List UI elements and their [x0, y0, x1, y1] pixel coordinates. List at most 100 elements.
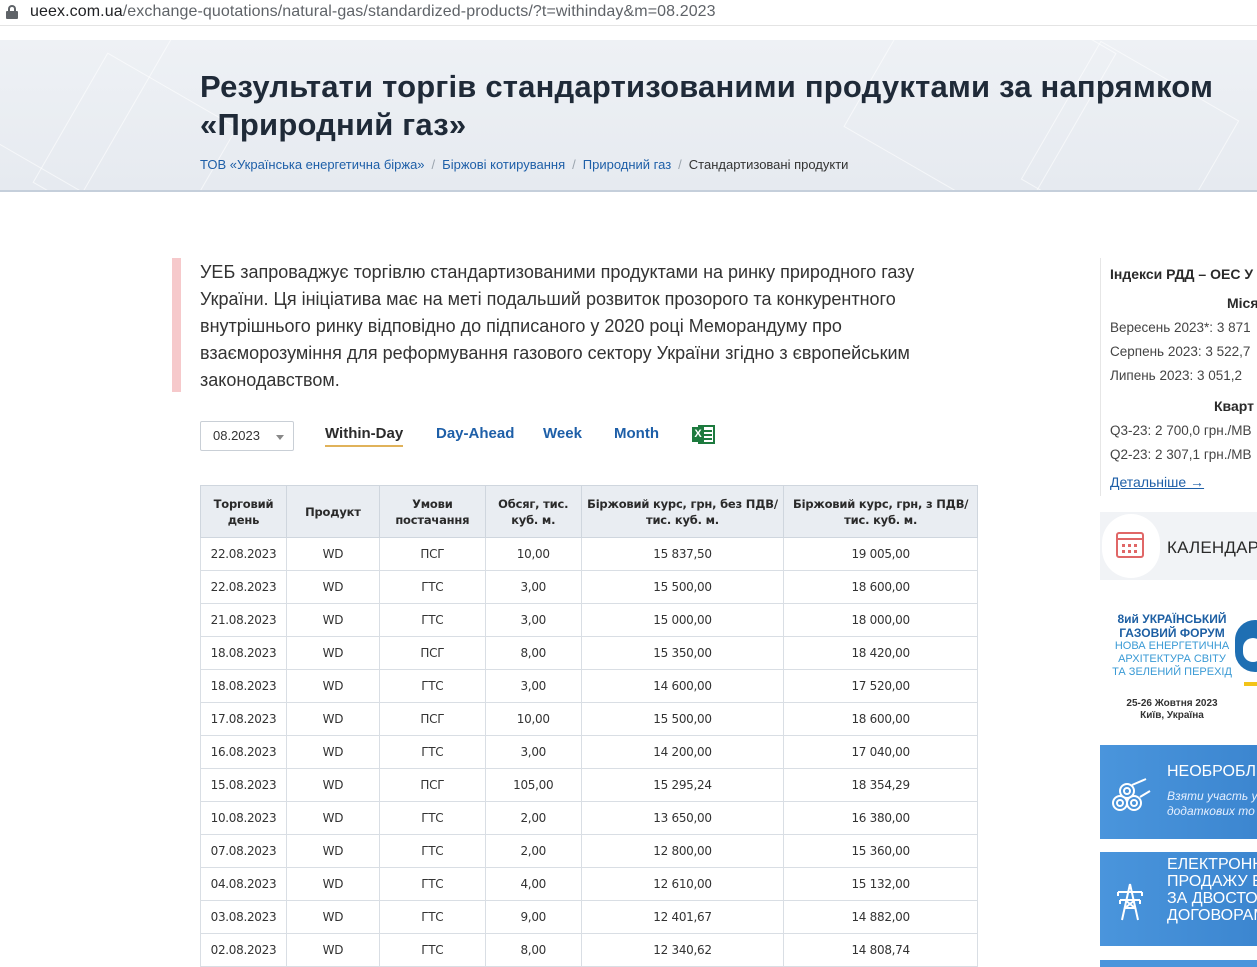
price-with-vat-cell: 18 354,29	[783, 768, 978, 802]
product-cell: WD	[285, 669, 380, 703]
volume-cell: 10,00	[484, 702, 582, 736]
rdd-month-heading: Міся	[1227, 295, 1257, 311]
price-with-vat-cell: 15 360,00	[783, 834, 978, 868]
volume-cell: 4,00	[484, 867, 582, 901]
page-header-banner: Результати торгів стандартизованими прод…	[0, 40, 1257, 192]
product-cell: WD	[285, 801, 380, 835]
rdd-indices-widget: Індекси РДД – ОЕС У Міся Вересень 2023*:…	[1100, 258, 1257, 496]
product-cell: WD	[285, 636, 380, 670]
rdd-more-link[interactable]: Детальніше →	[1110, 474, 1204, 490]
url-text[interactable]: ueex.com.ua/exchange-quotations/natural-…	[30, 3, 716, 21]
electricity-sales-promo-banner[interactable]: ЕЛЕКТРОННІ ПРОДАЖУ ЕЛ ЗА ДВОСТОРО ДОГОВО…	[1100, 852, 1257, 946]
trading-calendar-link[interactable]: КАЛЕНДАР ТО	[1100, 512, 1257, 580]
trading-day-cell: 16.08.2023	[200, 735, 287, 769]
product-cell: WD	[285, 603, 380, 637]
table-row: 02.08.2023 WD ГТС 8,00 12 340,62 14 808,74	[200, 933, 978, 967]
trading-day-cell: 18.08.2023	[200, 669, 287, 703]
trading-day-cell: 03.08.2023	[200, 900, 287, 934]
breadcrumb-link-exchange[interactable]: ТОВ «Українська енергетична біржа»	[200, 157, 425, 172]
calendar-icon	[1116, 532, 1144, 558]
rdd-month-row: Вересень 2023*: 3 871	[1110, 320, 1251, 335]
delivery-terms-cell: ГТС	[378, 801, 486, 835]
rdd-title: Індекси РДД – ОЕС У	[1110, 266, 1254, 282]
price-with-vat-cell: 15 132,00	[783, 867, 978, 901]
table-row: 15.08.2023 WD ПСГ 105,00 15 295,24 18 354,29	[200, 768, 978, 802]
volume-cell: 3,00	[484, 603, 582, 637]
price-with-vat-cell: 19 005,00	[783, 537, 978, 571]
table-row: 07.08.2023 WD ГТС 2,00 12 800,00 15 360,00	[200, 834, 978, 868]
product-cell: WD	[285, 702, 380, 736]
delivery-terms-cell: ГТС	[378, 570, 486, 604]
breadcrumb-link-quotations[interactable]: Біржові котирування	[442, 157, 565, 172]
rdd-month-row: Липень 2023: 3 051,2	[1110, 368, 1243, 383]
delivery-terms-cell: ПСГ	[378, 702, 486, 736]
page-title: Результати торгів стандартизованими прод…	[200, 69, 1214, 142]
breadcrumb-separator: /	[572, 157, 576, 172]
price-with-vat-cell: 18 600,00	[783, 702, 978, 736]
tab-week[interactable]: Week	[543, 425, 582, 445]
price-with-vat-cell: 17 520,00	[783, 669, 978, 703]
table-row: 18.08.2023 WD ГТС 3,00 14 600,00 17 520,00	[200, 669, 978, 703]
chevron-down-icon	[276, 435, 284, 440]
intro-text: УЕБ запроваджує торгівлю стандартизовани…	[200, 262, 915, 390]
price-with-vat-cell: 18 600,00	[783, 570, 978, 604]
trading-day-cell: 10.08.2023	[200, 801, 287, 835]
delivery-terms-cell: ГТС	[378, 735, 486, 769]
volume-cell: 3,00	[484, 570, 582, 604]
table-row: 04.08.2023 WD ГТС 4,00 12 610,00 15 132,00	[200, 867, 978, 901]
product-cell: WD	[285, 834, 380, 868]
column-header-trading-day: Торговий день	[200, 485, 287, 538]
breadcrumb-link-natural-gas[interactable]: Природний газ	[583, 157, 671, 172]
month-select-value: 08.2023	[213, 428, 260, 443]
volume-cell: 9,00	[484, 900, 582, 934]
timber-logs-icon	[1112, 778, 1151, 811]
price-no-vat-cell: 12 401,67	[580, 900, 785, 934]
month-select[interactable]: 08.2023	[200, 421, 294, 451]
trading-day-cell: 18.08.2023	[200, 636, 287, 670]
delivery-terms-cell: ГТС	[378, 669, 486, 703]
trading-day-cell: 04.08.2023	[200, 867, 287, 901]
product-cell: WD	[285, 768, 380, 802]
browser-address-bar[interactable]: ueex.com.ua/exchange-quotations/natural-…	[0, 0, 1257, 26]
sidebar-next-banner-edge	[1100, 960, 1257, 967]
trading-day-cell: 07.08.2023	[200, 834, 287, 868]
price-with-vat-cell: 17 040,00	[783, 735, 978, 769]
volume-cell: 8,00	[484, 636, 582, 670]
excel-export-icon[interactable]: X	[692, 424, 716, 445]
table-row: 22.08.2023 WD ГТС 3,00 15 500,00 18 600,00	[200, 570, 978, 604]
price-with-vat-cell: 14 882,00	[783, 900, 978, 934]
table-row: 21.08.2023 WD ГТС 3,00 15 000,00 18 000,00	[200, 603, 978, 637]
product-cell: WD	[285, 537, 380, 571]
price-with-vat-cell: 18 000,00	[783, 603, 978, 637]
product-cell: WD	[285, 900, 380, 934]
delivery-terms-cell: ГТС	[378, 603, 486, 637]
breadcrumb: ТОВ «Українська енергетична біржа» / Біржо…	[200, 157, 848, 172]
rdd-quarter-row: Q2-23: 2 307,1 грн./МВ	[1110, 447, 1252, 462]
trading-day-cell: 15.08.2023	[200, 768, 287, 802]
price-no-vat-cell: 15 500,00	[580, 570, 785, 604]
table-row: 18.08.2023 WD ПСГ 8,00 15 350,00 18 420,00	[200, 636, 978, 670]
volume-cell: 10,00	[484, 537, 582, 571]
price-with-vat-cell: 18 420,00	[783, 636, 978, 670]
price-no-vat-cell: 13 650,00	[580, 801, 785, 835]
price-no-vat-cell: 14 200,00	[580, 735, 785, 769]
breadcrumb-current: Стандартизовані продукти	[688, 157, 849, 172]
column-header-price-no-vat: Біржовий курс, грн, без ПДВ/тис. куб. м.	[580, 485, 785, 538]
unprocessed-promo-banner[interactable]: НЕОБРОБЛЕН Взяти участь у додаткових то	[1100, 745, 1257, 839]
trading-day-cell: 02.08.2023	[200, 933, 287, 967]
delivery-terms-cell: ГТС	[378, 867, 486, 901]
gas-flame-logo-icon	[1235, 620, 1257, 672]
tab-day-ahead[interactable]: Day-Ahead	[436, 425, 514, 445]
breadcrumb-separator: /	[431, 157, 436, 172]
price-with-vat-cell: 14 808,74	[783, 933, 978, 967]
tab-month[interactable]: Month	[614, 425, 659, 445]
results-table: Торговий день Продукт Умови постачання О…	[200, 485, 978, 967]
column-header-price-with-vat: Біржовий курс, грн, з ПДВ/тис. куб. м.	[783, 485, 978, 538]
promo2-title: ЕЛЕКТРОННІ ПРОДАЖУ ЕЛ ЗА ДВОСТОРО ДОГОВО…	[1167, 856, 1257, 924]
tab-within-day[interactable]: Within-Day	[325, 425, 404, 447]
gas-forum-banner[interactable]: 8ий УКРАЇНСЬКИЙ ГАЗОВИЙ ФОРУМ НОВА ЕНЕРГ…	[1100, 598, 1257, 738]
price-no-vat-cell: 15 295,24	[580, 768, 785, 802]
volume-cell: 105,00	[484, 768, 582, 802]
promo1-title: НЕОБРОБЛЕН	[1167, 763, 1257, 780]
table-row: 17.08.2023 WD ПСГ 10,00 15 500,00 18 600,00	[200, 702, 978, 736]
